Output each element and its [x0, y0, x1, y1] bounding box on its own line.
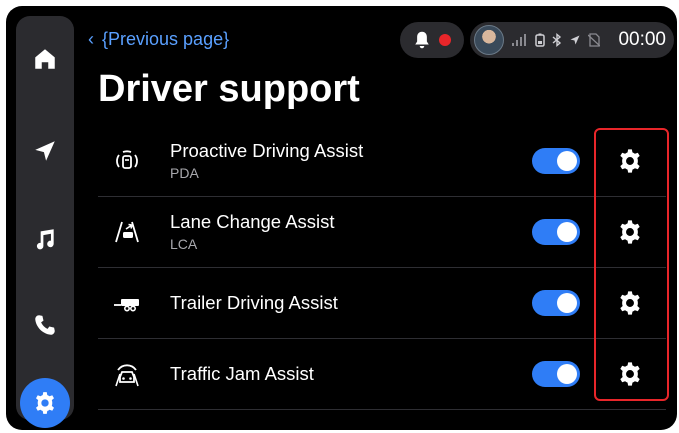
page-title: Driver support	[98, 68, 360, 110]
chevron-left-icon: ‹	[88, 28, 94, 49]
home-icon	[35, 49, 55, 69]
sidebar-item-phone[interactable]	[20, 300, 70, 350]
pda-toggle[interactable]	[532, 148, 580, 174]
pda-settings-button[interactable]	[595, 126, 665, 196]
setting-title: Proactive Driving Assist	[170, 140, 364, 161]
signal-icon	[512, 34, 526, 46]
phone-icon	[35, 315, 55, 335]
gear-icon	[620, 220, 640, 244]
traffic-jam-toggle[interactable]	[532, 361, 580, 387]
setting-title: Trailer Driving Assist	[170, 292, 338, 313]
setting-title: Lane Change Assist	[170, 211, 335, 232]
sidebar	[16, 16, 74, 428]
avatar[interactable]	[474, 25, 504, 55]
battery-icon	[535, 33, 545, 47]
bell-icon	[415, 31, 429, 49]
lca-toggle[interactable]	[532, 219, 580, 245]
clock: 00:00	[618, 29, 666, 50]
app-screen: ‹ {Previous page} 00:00 Driver support P…	[6, 6, 677, 430]
setting-row-traffic-jam: Traffic Jam Assist	[98, 339, 666, 410]
toggle-knob	[557, 222, 577, 242]
traffic-jam-settings-button[interactable]	[595, 339, 665, 409]
setting-row-pda: Proactive Driving Assist PDA	[98, 126, 666, 197]
back-label: {Previous page}	[102, 28, 230, 49]
sidebar-item-home[interactable]	[20, 34, 70, 84]
notification-badge	[439, 34, 451, 46]
toggle-knob	[557, 293, 577, 313]
sidebar-item-navigation[interactable]	[20, 126, 70, 176]
music-note-icon	[36, 229, 54, 250]
traffic-jam-icon	[112, 359, 142, 389]
setting-subtitle: PDA	[170, 165, 199, 181]
setting-row-lca: Lane Change Assist LCA	[98, 197, 666, 268]
pda-icon	[112, 146, 142, 176]
sidebar-item-music[interactable]	[20, 214, 70, 264]
sidebar-item-settings[interactable]	[20, 378, 70, 428]
trailer-settings-button[interactable]	[595, 268, 665, 338]
location-icon	[570, 35, 580, 45]
navigation-arrow-icon	[35, 141, 55, 161]
gear-icon	[36, 392, 54, 414]
toggle-knob	[557, 151, 577, 171]
lca-settings-button[interactable]	[595, 197, 665, 267]
trailer-icon	[112, 288, 142, 318]
gear-icon	[620, 291, 640, 315]
trailer-toggle[interactable]	[532, 290, 580, 316]
no-sim-icon	[588, 33, 600, 47]
bluetooth-icon	[552, 33, 562, 47]
notification-button[interactable]	[400, 22, 464, 58]
setting-row-trailer: Trailer Driving Assist	[98, 268, 666, 339]
gear-icon	[620, 362, 640, 386]
gear-icon	[620, 149, 640, 173]
settings-list: Proactive Driving Assist PDA Lane Change…	[98, 126, 666, 410]
toggle-knob	[557, 364, 577, 384]
setting-subtitle: LCA	[170, 236, 198, 252]
status-bar: 00:00	[470, 22, 674, 58]
back-link[interactable]: ‹ {Previous page}	[88, 26, 229, 52]
setting-title: Traffic Jam Assist	[170, 363, 314, 384]
lane-change-icon	[112, 217, 142, 247]
